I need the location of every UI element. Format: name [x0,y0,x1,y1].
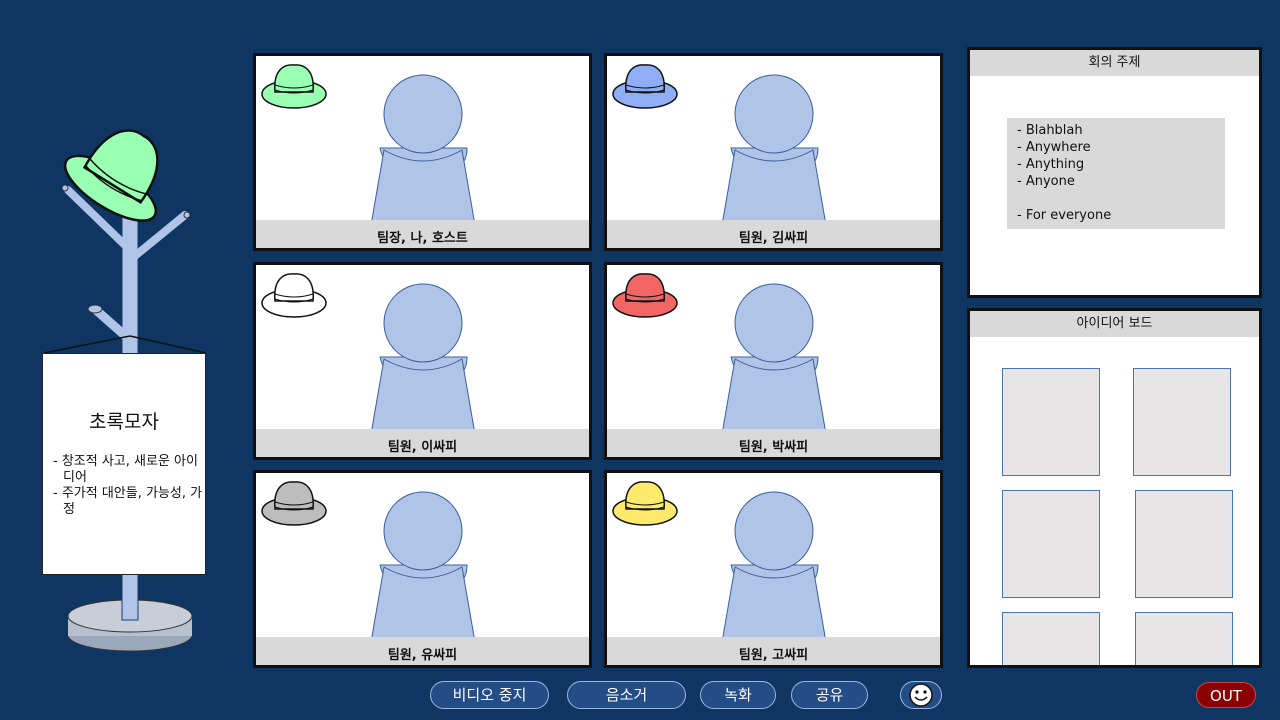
participant-name: 팀원, 박싸피 [738,440,809,455]
idea-note[interactable] [1002,490,1100,598]
idea-board-title: 아이디어 보드 [970,311,1259,337]
agenda-item: - Anything [1017,157,1085,172]
white-hat-icon [261,273,327,318]
share-button[interactable]: 공유 [791,681,868,709]
agenda-item: - For everyone [1017,208,1112,223]
hat-info-point: - 창조적 사고, 새로운 아이디어 [53,454,198,485]
participant-video-tile[interactable]: 팀원, 박싸피 [604,262,943,460]
agenda-panel: 회의 주제 - Blahblah - Anywhere - Anything -… [967,47,1262,298]
idea-note[interactable] [1002,612,1100,665]
yellow-hat-icon [612,481,678,526]
idea-note[interactable] [1002,368,1100,476]
red-hat-icon [612,273,678,318]
hat-info-point: - 주가적 대안들, 가능성, 가정 [53,486,203,517]
participant-name: 팀원, 유싸피 [387,648,458,663]
hat-info-card: 초록모자 - 창조적 사고, 새로운 아이디어 - 주가적 대안들, 가능성, … [42,353,206,575]
participant-video-tile[interactable]: 팀장, 나, 호스트 [253,53,592,251]
participant-video-tile[interactable]: 팀원, 김싸피 [604,53,943,251]
participant-name: 팀장, 나, 호스트 [377,231,468,246]
participant-video-tile[interactable]: 팀원, 유싸피 [253,470,592,668]
hat-info-title: 초록모자 [89,411,159,433]
idea-note[interactable] [1133,368,1231,476]
agenda-list: - Blahblah - Anywhere - Anything - Anyon… [1007,118,1225,229]
smiley-icon [909,683,933,707]
participant-name: 팀원, 고싸피 [738,648,809,663]
agenda-item: - Blahblah [1017,123,1083,138]
agenda-item: - Anyone [1017,174,1075,189]
idea-note[interactable] [1135,612,1233,665]
stop-video-button[interactable]: 비디오 중지 [430,681,549,709]
participant-video-tile[interactable]: 팀원, 고싸피 [604,470,943,668]
reaction-button[interactable] [900,681,942,709]
record-button[interactable]: 녹화 [700,681,776,709]
hat-rack: 초록모자 - 창조적 사고, 새로운 아이디어 - 주가적 대안들, 가능성, … [40,110,210,660]
leave-meeting-button[interactable]: OUT [1196,682,1256,708]
agenda-title: 회의 주제 [970,50,1259,76]
idea-board-panel: 아이디어 보드 [967,308,1262,668]
green-hat-icon [261,64,327,109]
agenda-item: - Anywhere [1017,140,1091,155]
gray-hat-icon [261,481,327,526]
idea-note[interactable] [1135,490,1233,598]
participant-name: 팀원, 이싸피 [387,440,458,455]
participant-video-tile[interactable]: 팀원, 이싸피 [253,262,592,460]
mute-button[interactable]: 음소거 [567,681,686,709]
blue-hat-icon [612,64,678,109]
participant-name: 팀원, 김싸피 [738,231,809,246]
